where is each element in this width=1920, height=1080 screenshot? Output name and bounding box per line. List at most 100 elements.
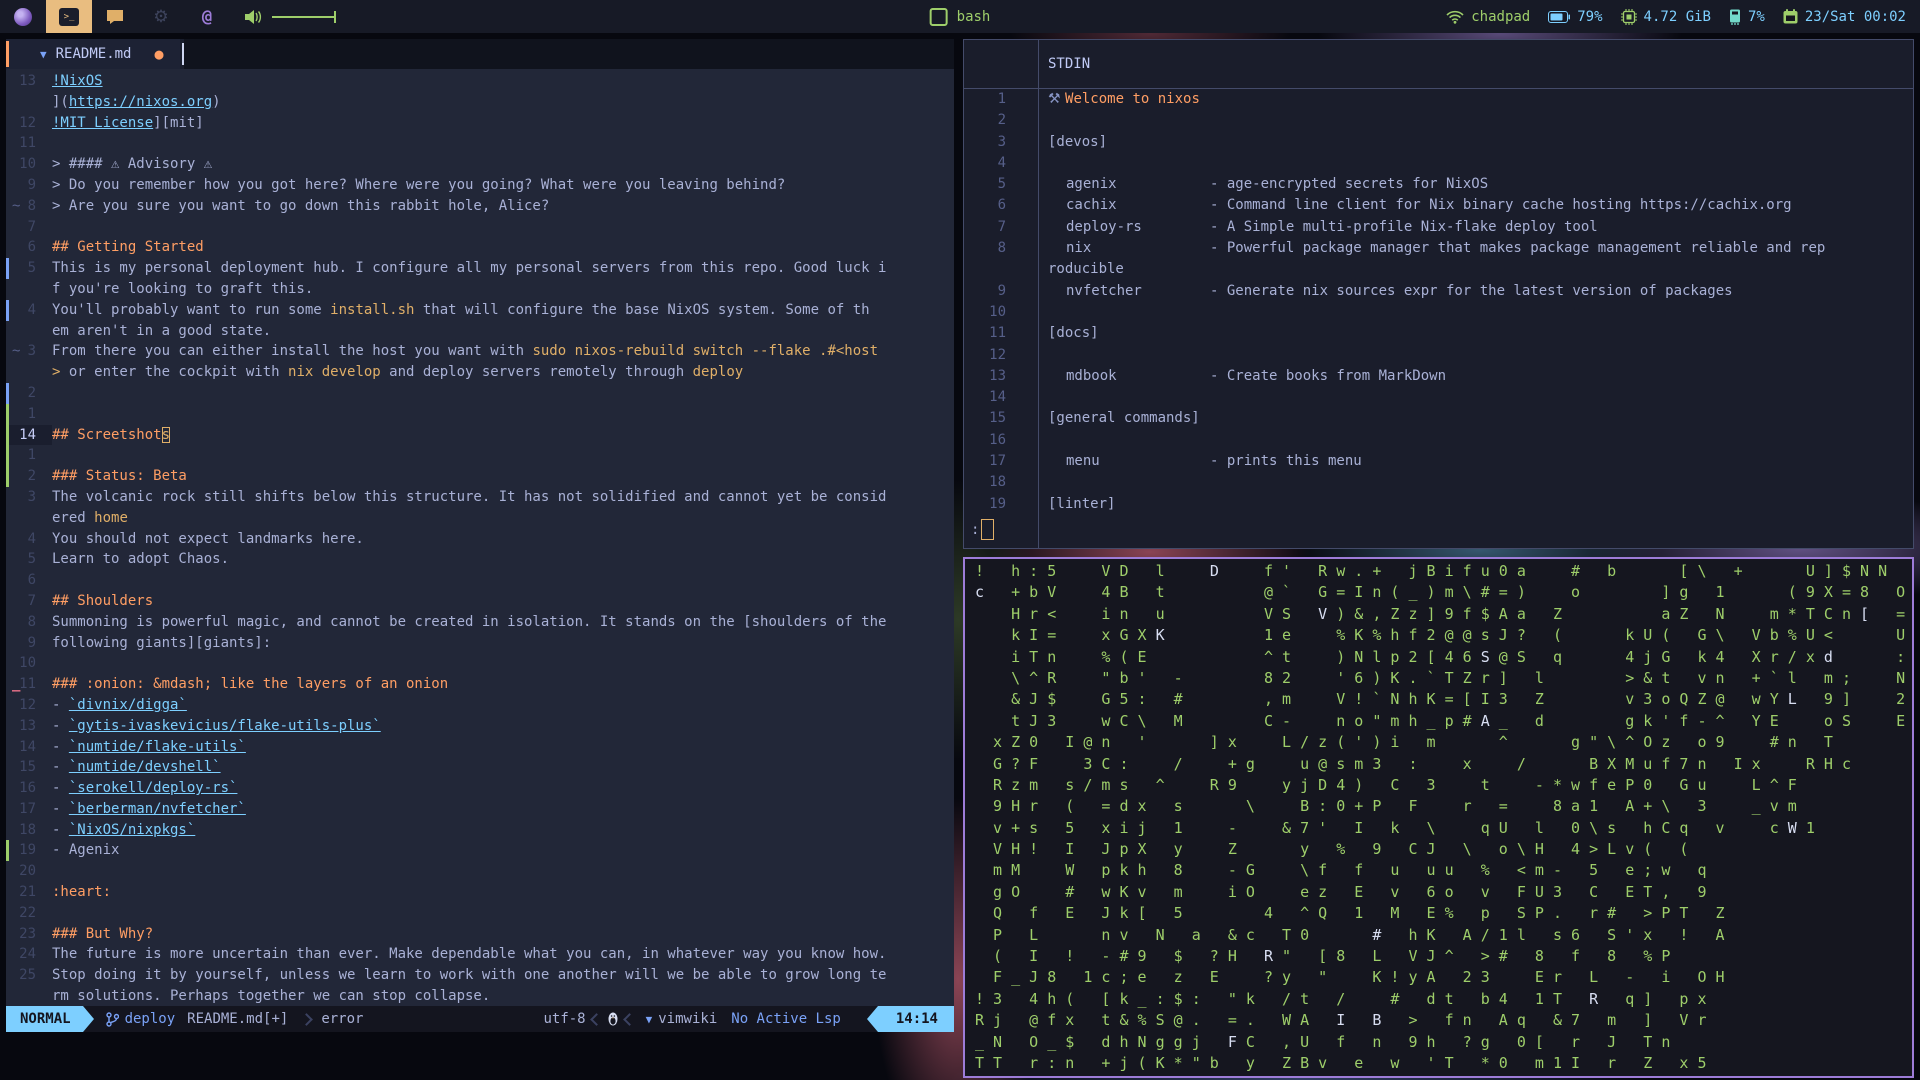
- line-text: - `serokell/deploy-rs`: [52, 780, 238, 797]
- package-name: mdbook: [1066, 367, 1117, 384]
- window-box-icon: [929, 7, 948, 26]
- matrix-row: R z m s / m s ^ R 9 y j D 4 ) C 3 t - * …: [975, 775, 1797, 794]
- git-branch[interactable]: deploy: [105, 1011, 176, 1027]
- matrix-row: ! 3 4 h ( [ k _ : $ : " k / t / # d t b …: [975, 989, 1707, 1008]
- line-number: 14: [19, 738, 36, 755]
- package-description: - prints this menu: [1210, 453, 1362, 470]
- line-number: 10: [19, 655, 36, 672]
- editor-line: 22: [6, 903, 954, 924]
- pager-line: 10: [964, 302, 1913, 323]
- filetype-text: vimwiki: [658, 1011, 718, 1027]
- top-bar: >_ ⚙ @ bash chadpad 79% 4.72 GiB 7% 23/S…: [0, 0, 1920, 33]
- link[interactable]: !NixOS: [52, 73, 103, 89]
- gear-icon[interactable]: ⚙: [138, 0, 184, 33]
- matrix-row: ( I ! - # 9 $ ? H R " [ 8 L V J ^ > # 8 …: [975, 947, 1671, 966]
- editor-line: 2: [6, 382, 954, 404]
- package-name: agenix: [1066, 176, 1117, 193]
- memory-status[interactable]: 4.72 GiB: [1620, 8, 1711, 25]
- line-number: 1: [27, 447, 36, 464]
- line-number: 2: [27, 468, 36, 485]
- volume-slider[interactable]: [272, 10, 336, 23]
- firefox-icon[interactable]: [0, 0, 46, 33]
- line-text: !NixOS: [52, 73, 103, 89]
- pager-line: 2: [964, 110, 1913, 131]
- branch-name: deploy: [124, 1011, 176, 1027]
- statusline-filename: README.md[+]: [187, 1011, 289, 1027]
- editor-statusline: NORMAL deploy README.md[+] error utf-8 ▼…: [6, 1006, 954, 1032]
- network-status[interactable]: chadpad: [1446, 9, 1530, 25]
- line-text: rm solutions. Perhaps together we can st…: [52, 988, 491, 1005]
- matrix-row: ! h : 5 V D l D f ' R w . + j B i f u 0 …: [975, 562, 1888, 580]
- matrix-row: t J 3 w C \ M C - n o " m h _ p # A _ d …: [975, 711, 1906, 730]
- matrix-row: F _ J 8 1 c ; e z E ? y " K ! y A 2 3 E …: [975, 968, 1725, 987]
- editor-line: 10 > #### ⚠ Advisory ⚠: [6, 154, 954, 175]
- link[interactable]: `serokell/deploy-rs`: [69, 780, 238, 796]
- pager-line: 18: [964, 472, 1913, 493]
- hammer-icon: ⚒: [1048, 91, 1066, 107]
- line-number: 1: [27, 405, 36, 422]
- line-number: 17: [19, 800, 36, 817]
- link[interactable]: `numtide/flake-utils`: [69, 739, 246, 755]
- line-text: em aren't in a good state.: [52, 322, 272, 339]
- editor-line: f you're looking to graft this.: [6, 279, 954, 300]
- line-text: - `numtide/flake-utils`: [52, 738, 246, 755]
- link[interactable]: `divnix/digga`: [69, 697, 187, 713]
- chat-icon[interactable]: [92, 0, 138, 33]
- matrix-row: 9 H r ( = d x s \ B : 0 + P F r = 8 a 1 …: [975, 797, 1797, 816]
- focused-window-title: bash: [929, 0, 990, 33]
- line-text: > #### ⚠ Advisory ⚠: [52, 156, 213, 173]
- clock-status[interactable]: 23/Sat 00:02: [1783, 9, 1906, 25]
- memory-value: 4.72 GiB: [1643, 8, 1711, 25]
- line-text: This is my personal deployment hub. I co…: [52, 260, 887, 277]
- link[interactable]: !MIT License: [52, 115, 153, 131]
- matrix-row: G ? F 3 C : / + g u @ s m 3 : x / B X M …: [975, 754, 1851, 773]
- pager-header: STDIN: [964, 40, 1913, 89]
- line-text: ## Shoulders: [52, 592, 154, 609]
- package-description: - A Simple multi-profile Nix-flake deplo…: [1210, 218, 1598, 235]
- line-text: f you're looking to graft this.: [52, 280, 314, 297]
- package-description: - Powerful package manager that makes pa…: [1210, 240, 1826, 257]
- line-text: The volcanic rock still shifts below thi…: [52, 488, 887, 505]
- matrix-row: x Z 0 I @ n ' ] x L / z ( ' ) i m ^ g " …: [975, 733, 1833, 752]
- at-icon[interactable]: @: [184, 0, 230, 33]
- editor-line: 13 - `gytis-ivaskevicius/flake-utils-plus…: [6, 716, 954, 737]
- scrambled-terminal-window[interactable]: ! h : 5 V D l D f ' R w . + j B i f u 0 …: [963, 557, 1914, 1078]
- editor-line: 21:heart:: [6, 882, 954, 903]
- line-text: From there you can either install the ho…: [52, 343, 879, 360]
- pager-line-number: 12: [989, 346, 1006, 363]
- line-text: - `divnix/digga`: [52, 696, 187, 713]
- system-status-group: chadpad 79% 4.72 GiB 7% 23/Sat 00:02: [1436, 8, 1920, 25]
- line-text: :heart:: [52, 884, 112, 901]
- link[interactable]: `berberman/nvfetcher`: [69, 801, 246, 817]
- pager-body[interactable]: 1 ⚒ Welcome to nixos 2 3 [devos] 4 5 agenix - ag…: [964, 89, 1913, 515]
- pager-command-prompt[interactable]: :: [971, 519, 995, 540]
- speaker-icon[interactable]: [244, 9, 262, 25]
- pager-line: 12: [964, 345, 1913, 366]
- link[interactable]: `gytis-ivaskevicius/flake-utils-plus`: [69, 718, 381, 734]
- pager-text-segment: Welcome to nixos: [1065, 91, 1200, 107]
- terminal-workspace-icon[interactable]: >_: [46, 0, 92, 33]
- battery-status[interactable]: 79%: [1548, 8, 1603, 25]
- tab-readme[interactable]: ▼ README.md ●: [6, 39, 180, 69]
- pager-line: 7 deploy-rs - A Simple multi-profile Nix-f…: [964, 217, 1913, 238]
- cpu-status[interactable]: 7%: [1729, 9, 1765, 25]
- editor-line: ered home: [6, 508, 954, 529]
- editor-buffer[interactable]: 13 !NixOS](https://nixos.org) 12 !MIT Licen…: [6, 69, 954, 1006]
- line-number: 9: [27, 634, 36, 651]
- editor-line: 1: [6, 403, 954, 425]
- pager-line: 11 [docs]: [964, 323, 1913, 344]
- link[interactable]: `NixOS/nixpkgs`: [69, 822, 195, 838]
- pager-line-number: 4: [997, 154, 1006, 171]
- battery-percent: 79%: [1577, 8, 1603, 25]
- line-number: 9: [27, 176, 36, 193]
- editor-line: 16 - `serokell/deploy-rs`: [6, 778, 954, 799]
- modified-dot-icon: ●: [154, 45, 164, 63]
- package-description: - age-encrypted secrets for NixOS: [1210, 176, 1489, 193]
- volume-slider-handle[interactable]: [334, 10, 336, 23]
- pager-line-number: 8: [997, 240, 1006, 257]
- gitsign-glyph: ~: [12, 197, 21, 214]
- gitsign-bar: [6, 258, 9, 279]
- link[interactable]: https://nixos.org: [69, 94, 212, 110]
- line-text: The future is more uncertain than ever. …: [52, 946, 887, 963]
- link[interactable]: `numtide/devshell`: [69, 759, 221, 775]
